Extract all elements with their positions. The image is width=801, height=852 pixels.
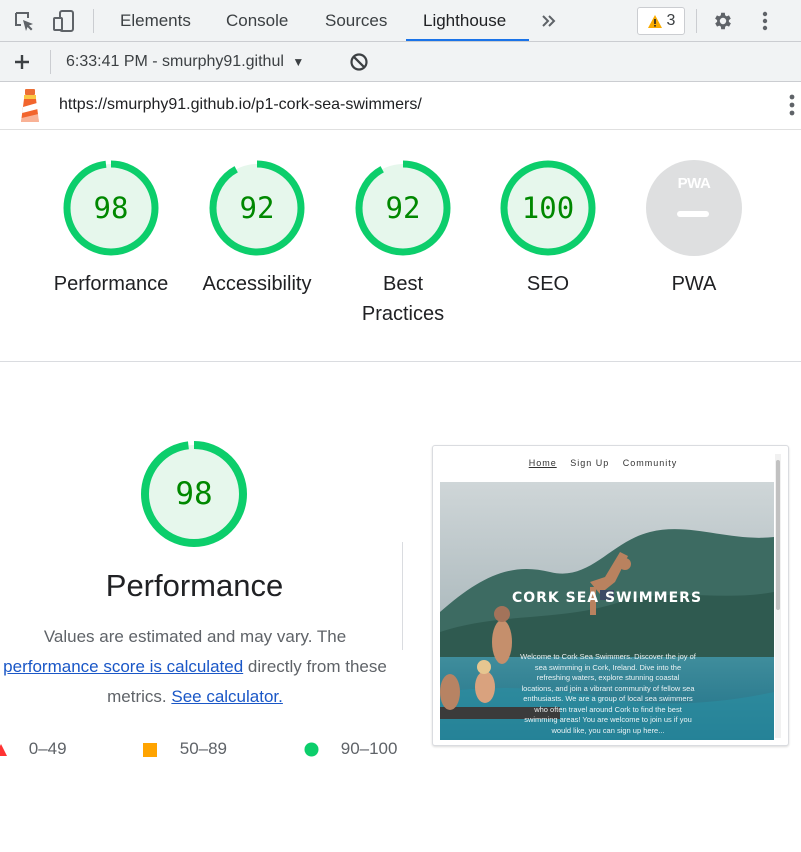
inspect-element-icon[interactable] (12, 9, 36, 33)
dropdown-arrow-icon: ▼ (292, 55, 305, 69)
score-gauge: 92 (208, 159, 306, 257)
gauge-seo[interactable]: 100 SEO (478, 159, 618, 299)
settings-gear-icon[interactable] (711, 9, 735, 33)
gauge-best-practices[interactable]: 92 Best Practices (333, 159, 473, 329)
desc-prefix: Values are estimated and may vary. The (43, 627, 347, 646)
report-menu-icon[interactable] (789, 94, 795, 121)
score-label: Performance (53, 273, 169, 295)
tab-sources[interactable]: Sources (325, 0, 387, 42)
tab-lighthouse[interactable]: Lighthouse (423, 0, 506, 42)
score-gauge: 98 (62, 159, 160, 257)
legend-pass: 90–100 (304, 737, 397, 761)
lighthouse-toolbar: 6:33:41 PM - smurphy91.githul ▼ (0, 42, 801, 82)
score-label: Best Practices (361, 273, 445, 325)
vertical-divider (402, 542, 403, 650)
toolbar-separator (696, 9, 697, 33)
warning-icon (647, 14, 662, 28)
tab-console[interactable]: Console (226, 0, 288, 42)
score-label: PWA (671, 273, 717, 295)
preview-scrollbar-thumb[interactable] (776, 460, 780, 610)
active-tab-indicator (406, 39, 529, 41)
pass-circle-icon (304, 742, 319, 757)
legend-pass-label: 90–100 (340, 739, 398, 758)
legend-average-label: 50–89 (179, 739, 228, 758)
legend-average: 50–89 (143, 737, 227, 761)
score-gauge: 92 (354, 159, 452, 257)
report-url-bar: https://smurphy91.github.io/p1-cork-sea-… (0, 82, 801, 130)
score-value: 92 (239, 191, 275, 225)
gauge-pwa[interactable]: PWA PWA (624, 159, 764, 299)
performance-score: 98 (175, 476, 213, 512)
performance-description: Values are estimated and may vary. The p… (0, 622, 400, 712)
pwa-badge-text: PWA (677, 175, 711, 192)
preview-site-title: CORK SEA SWIMMERS (511, 590, 703, 606)
score-value: 100 (521, 191, 575, 225)
lighthouse-logo-icon (16, 89, 44, 128)
pwa-badge: PWA (645, 159, 743, 257)
more-tabs-icon[interactable] (537, 9, 561, 33)
devtools-tab-bar: Elements Console Sources Lighthouse 3 (0, 0, 801, 42)
see-calculator-link[interactable]: See calculator. (171, 687, 283, 706)
score-gauge: 100 (499, 159, 597, 257)
preview-nav-home: Home (528, 458, 557, 468)
preview-hero-image: CORK SEA SWIMMERS Welcome to Cork Sea Sw… (440, 482, 774, 740)
device-toolbar-icon[interactable] (52, 9, 76, 33)
legend-fail-label: 0–49 (28, 739, 67, 758)
warning-count: 3 (666, 12, 676, 29)
report-url: https://smurphy91.github.io/p1-cork-sea-… (59, 96, 422, 113)
gauge-performance[interactable]: 98 Performance (41, 159, 181, 299)
tab-elements[interactable]: Elements (120, 0, 191, 42)
preview-nav-community: Community (622, 458, 678, 468)
clear-reports-icon[interactable] (347, 50, 371, 74)
score-value: 92 (385, 191, 421, 225)
preview-nav-signup: Sign Up (570, 458, 610, 468)
legend-fail: 0–49 (0, 737, 67, 761)
final-screenshot-preview[interactable]: Home Sign Up Community CORK SEA SWIMMERS… (432, 445, 789, 746)
performance-gauge-large: 98 (140, 440, 248, 548)
score-value: 98 (93, 191, 129, 225)
toolbar-separator (93, 9, 94, 33)
kebab-menu-icon[interactable] (753, 9, 777, 33)
score-calculated-link[interactable]: performance score is calculated (3, 657, 243, 676)
preview-nav: Home Sign Up Community (433, 458, 773, 468)
report-selector-label: 6:33:41 PM - smurphy91.githul (66, 53, 284, 70)
toolbar-separator (50, 50, 51, 74)
section-divider (0, 361, 801, 362)
average-square-icon (143, 742, 157, 757)
performance-title: Performance (105, 568, 284, 603)
fail-triangle-icon (0, 743, 7, 756)
score-label: SEO (526, 273, 570, 295)
warnings-badge[interactable]: 3 (637, 7, 685, 35)
gauge-accessibility[interactable]: 92 Accessibility (187, 159, 327, 299)
new-report-plus-icon[interactable] (10, 50, 34, 74)
preview-site-body: Welcome to Cork Sea Swimmers. Discover t… (520, 652, 696, 735)
score-label: Accessibility (202, 273, 312, 295)
report-selector-dropdown[interactable]: 6:33:41 PM - smurphy91.githul ▼ (66, 42, 304, 82)
